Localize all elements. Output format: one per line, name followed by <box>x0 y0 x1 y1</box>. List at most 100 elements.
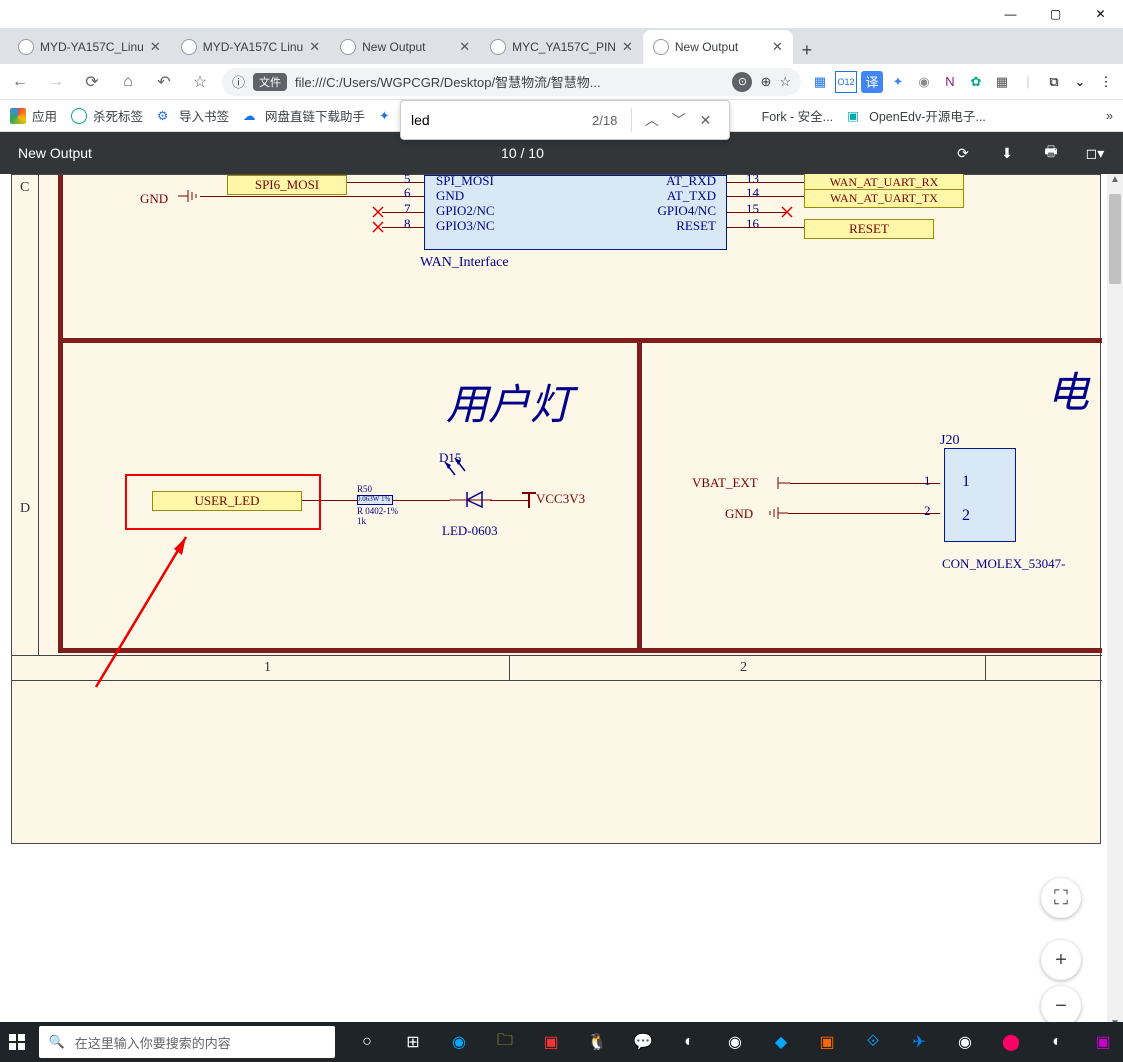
menu-button[interactable]: ⋮ <box>1095 71 1117 93</box>
window-minimize[interactable]: — <box>988 0 1033 28</box>
pin-internal: 1 <box>962 473 970 491</box>
bookmark-5[interactable]: ▣OpenEdv-开源电子... <box>847 106 986 125</box>
ext-icon-2[interactable]: O12 <box>835 71 857 93</box>
bookmark-4[interactable]: Fork - 安全... <box>762 106 834 125</box>
info-icon: ⓘ <box>232 72 245 91</box>
pdf-viewer[interactable]: C D 1 2 WAN_Interface SPI6_MOSI GND 5 6 … <box>0 174 1123 1034</box>
search-within-icon[interactable]: ⊙ <box>732 72 752 92</box>
zoom-in-button[interactable]: + <box>1041 940 1081 980</box>
find-close-button[interactable]: ✕ <box>692 112 719 129</box>
window-maximize[interactable]: ▢ <box>1033 0 1078 28</box>
close-icon[interactable]: ✕ <box>459 39 470 55</box>
download-button[interactable]: ⬇ <box>997 145 1017 162</box>
app-icon-8[interactable]: ⬤ <box>991 1025 1031 1059</box>
ext-icon-4[interactable]: ✦ <box>887 71 909 93</box>
print-button[interactable]: 🖶 <box>1041 141 1061 165</box>
refdes: J20 <box>940 433 959 449</box>
windows-icon <box>9 1034 25 1050</box>
edge-icon[interactable]: ◉ <box>439 1025 479 1059</box>
taskbar-search[interactable]: 🔍 在这里输入你要搜索的内容 <box>39 1026 335 1058</box>
explorer-icon[interactable]: 🗀 <box>485 1025 525 1059</box>
globe-icon <box>18 39 34 55</box>
fit-page-button[interactable]: ⛶ <box>1041 878 1081 918</box>
comp-value: 0.063W 1% <box>357 495 390 503</box>
app-icon-7[interactable]: ◉ <box>945 1025 985 1059</box>
pin-label: RESET <box>664 218 716 234</box>
pdf-page-indicator[interactable]: 10 / 10 <box>92 145 953 161</box>
ext-icon-6[interactable]: N <box>939 71 961 93</box>
pin-label: AT_TXD <box>644 188 716 204</box>
new-tab-button[interactable]: + <box>793 36 821 64</box>
schematic-page: C D 1 2 WAN_Interface SPI6_MOSI GND 5 6 … <box>11 174 1101 844</box>
undo-button[interactable]: ↶ <box>150 68 178 96</box>
ext-icon-8[interactable]: ▦ <box>991 71 1013 93</box>
ext-icon-1[interactable]: ▦ <box>809 71 831 93</box>
find-prev-button[interactable]: ︿ <box>638 110 665 130</box>
app-icon-6[interactable]: ✈ <box>899 1025 939 1059</box>
find-next-button[interactable]: ﹀ <box>665 110 692 130</box>
extensions: ▦ O12 译 ✦ ◉ N ✿ ▦ | ⧉ ⌄ ⋮ <box>809 71 1117 93</box>
bookmark-1[interactable]: ⚙导入书签 <box>157 106 229 125</box>
zoom-icon[interactable]: ⊕ <box>760 74 771 90</box>
pin-label: GPIO3/NC <box>436 218 495 234</box>
col-label-2: 2 <box>740 660 747 676</box>
reload-button[interactable]: ⟳ <box>78 68 106 96</box>
tab-4[interactable]: New Output ✕ <box>643 30 793 64</box>
bookmark-pdf-button[interactable]: ◻▾ <box>1085 145 1105 162</box>
app-icon-2[interactable]: 🐧 <box>577 1025 617 1059</box>
apps-button[interactable]: 应用 <box>10 106 57 125</box>
home-button[interactable]: ⌂ <box>114 68 142 96</box>
star-button[interactable]: ☆ <box>186 68 214 96</box>
close-icon[interactable]: ✕ <box>772 39 783 55</box>
bookmark-icon <box>71 108 87 124</box>
pin-num: 16 <box>746 216 759 232</box>
zoom-out-button[interactable]: − <box>1041 986 1081 1026</box>
chrome-icon[interactable]: ◉ <box>715 1025 755 1059</box>
cortana-icon[interactable]: ○ <box>347 1025 387 1059</box>
tab-3[interactable]: MYC_YA157C_PIN✕ <box>480 30 643 64</box>
back-button[interactable]: ← <box>6 68 34 96</box>
close-icon[interactable]: ✕ <box>150 39 161 55</box>
app-icon-9[interactable]: ◐ <box>1037 1025 1077 1059</box>
window-close[interactable]: ✕ <box>1078 0 1123 28</box>
app-icon-10[interactable]: ▣ <box>1083 1025 1123 1059</box>
app-icon-1[interactable]: ▣ <box>531 1025 571 1059</box>
app-icon-3[interactable]: ◐ <box>669 1025 709 1059</box>
ext-icon-9[interactable]: ⧉ <box>1043 71 1065 93</box>
pin-label: AT_RXD <box>644 174 716 189</box>
net-spi6-mosi: SPI6_MOSI <box>227 175 347 195</box>
tab-1[interactable]: MYD-YA157C Linu ✕ <box>171 30 330 64</box>
tab-2[interactable]: New Output✕ <box>330 30 480 64</box>
start-button[interactable] <box>0 1025 35 1059</box>
tab-0[interactable]: MYD-YA157C_Linu✕ <box>8 30 171 64</box>
app-icon-5[interactable]: ▣ <box>807 1025 847 1059</box>
address-bar[interactable]: ⓘ 文件 file:///C:/Users/WGPCGR/Desktop/智慧物… <box>222 68 801 96</box>
rotate-button[interactable]: ⟳ <box>953 145 973 162</box>
pin-num: 14 <box>746 185 759 201</box>
star-icon[interactable]: ☆ <box>779 74 791 90</box>
wechat-icon[interactable]: 💬 <box>623 1025 663 1059</box>
ext-icon-5[interactable]: ◉ <box>913 71 935 93</box>
bookmark-0[interactable]: 杀死标签 <box>71 106 143 125</box>
close-icon[interactable]: ✕ <box>309 39 320 55</box>
ext-icon-3[interactable]: 译 <box>861 71 883 93</box>
taskview-icon[interactable]: ⊞ <box>393 1025 433 1059</box>
search-icon: 🔍 <box>49 1034 65 1050</box>
tab-label: New Output <box>675 40 766 54</box>
ext-icon-7[interactable]: ✿ <box>965 71 987 93</box>
scrollbar-vertical[interactable]: ▲ ▼ <box>1107 174 1123 1034</box>
tab-label: MYD-YA157C Linu <box>203 40 304 54</box>
apps-label: 应用 <box>32 106 57 125</box>
bookmarks-overflow[interactable]: » <box>1106 109 1113 123</box>
app-icon-4[interactable]: ◆ <box>761 1025 801 1059</box>
bookmark-2[interactable]: ☁网盘直链下载助手 <box>243 106 365 125</box>
search-placeholder: 在这里输入你要搜索的内容 <box>75 1033 231 1052</box>
vscode-icon[interactable]: ⟐ <box>853 1025 893 1059</box>
led-icon <box>437 457 497 517</box>
close-icon[interactable]: ✕ <box>622 39 633 55</box>
comp-value: R 0402-1% <box>357 506 398 516</box>
forward-button[interactable]: → <box>42 68 70 96</box>
ext-overflow[interactable]: ⌄ <box>1069 71 1091 93</box>
find-input[interactable] <box>411 112 592 128</box>
pdf-title: New Output <box>18 145 92 161</box>
